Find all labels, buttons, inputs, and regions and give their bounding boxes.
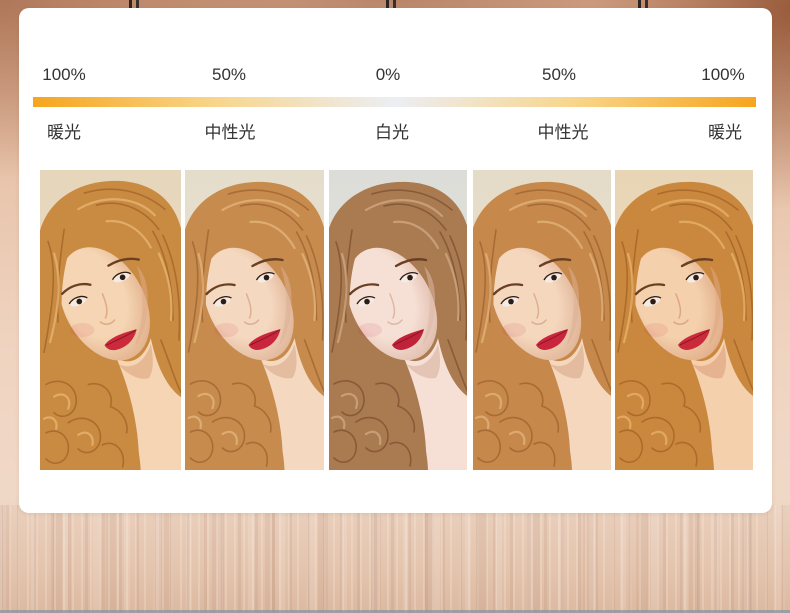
cheek-blush	[644, 323, 668, 337]
white-percent: 0%	[375, 65, 401, 84]
white-light-photo	[329, 170, 467, 470]
left-iris	[508, 298, 514, 305]
color-temperature-card: 100% 50% 0% 50% 100% 暖光 中性光 白光 中性光 暖光	[19, 8, 772, 513]
white-light-label: 白光	[375, 123, 409, 143]
right-iris	[407, 274, 413, 281]
left-iris	[364, 298, 370, 305]
warm-light-label-right: 暖光	[708, 123, 742, 143]
neutral-percent-left: 50%	[211, 65, 247, 84]
portrait-image	[615, 170, 753, 470]
left-iris	[76, 298, 83, 305]
neutral-percent-right: 50%	[541, 65, 577, 84]
wooden-surface	[0, 505, 790, 613]
neutral-light-photo-right	[473, 170, 611, 470]
neutral-light-label-left: 中性光	[204, 123, 256, 143]
cheek-blush	[358, 323, 382, 337]
portrait-image	[473, 170, 611, 470]
neutral-light-label-right: 中性光	[537, 123, 589, 143]
cheek-blush	[502, 323, 526, 337]
color-temperature-gradient-bar	[33, 97, 756, 107]
warm-percent-right: 100%	[701, 65, 745, 84]
portrait-image	[185, 170, 324, 470]
left-iris	[650, 298, 656, 305]
portrait-image	[329, 170, 467, 470]
cheek-blush	[70, 323, 95, 338]
neutral-light-photo-left	[185, 170, 324, 470]
warm-light-label-left: 暖光	[47, 123, 81, 143]
warm-light-photo-left	[40, 170, 181, 470]
right-iris	[263, 274, 270, 281]
right-iris	[119, 274, 126, 281]
portrait-image	[40, 170, 181, 470]
right-iris	[551, 274, 557, 281]
left-iris	[220, 298, 227, 305]
cheek-blush	[214, 323, 239, 337]
warm-percent-left: 100%	[42, 65, 86, 84]
right-iris	[693, 274, 699, 281]
warm-light-photo-right	[615, 170, 753, 470]
